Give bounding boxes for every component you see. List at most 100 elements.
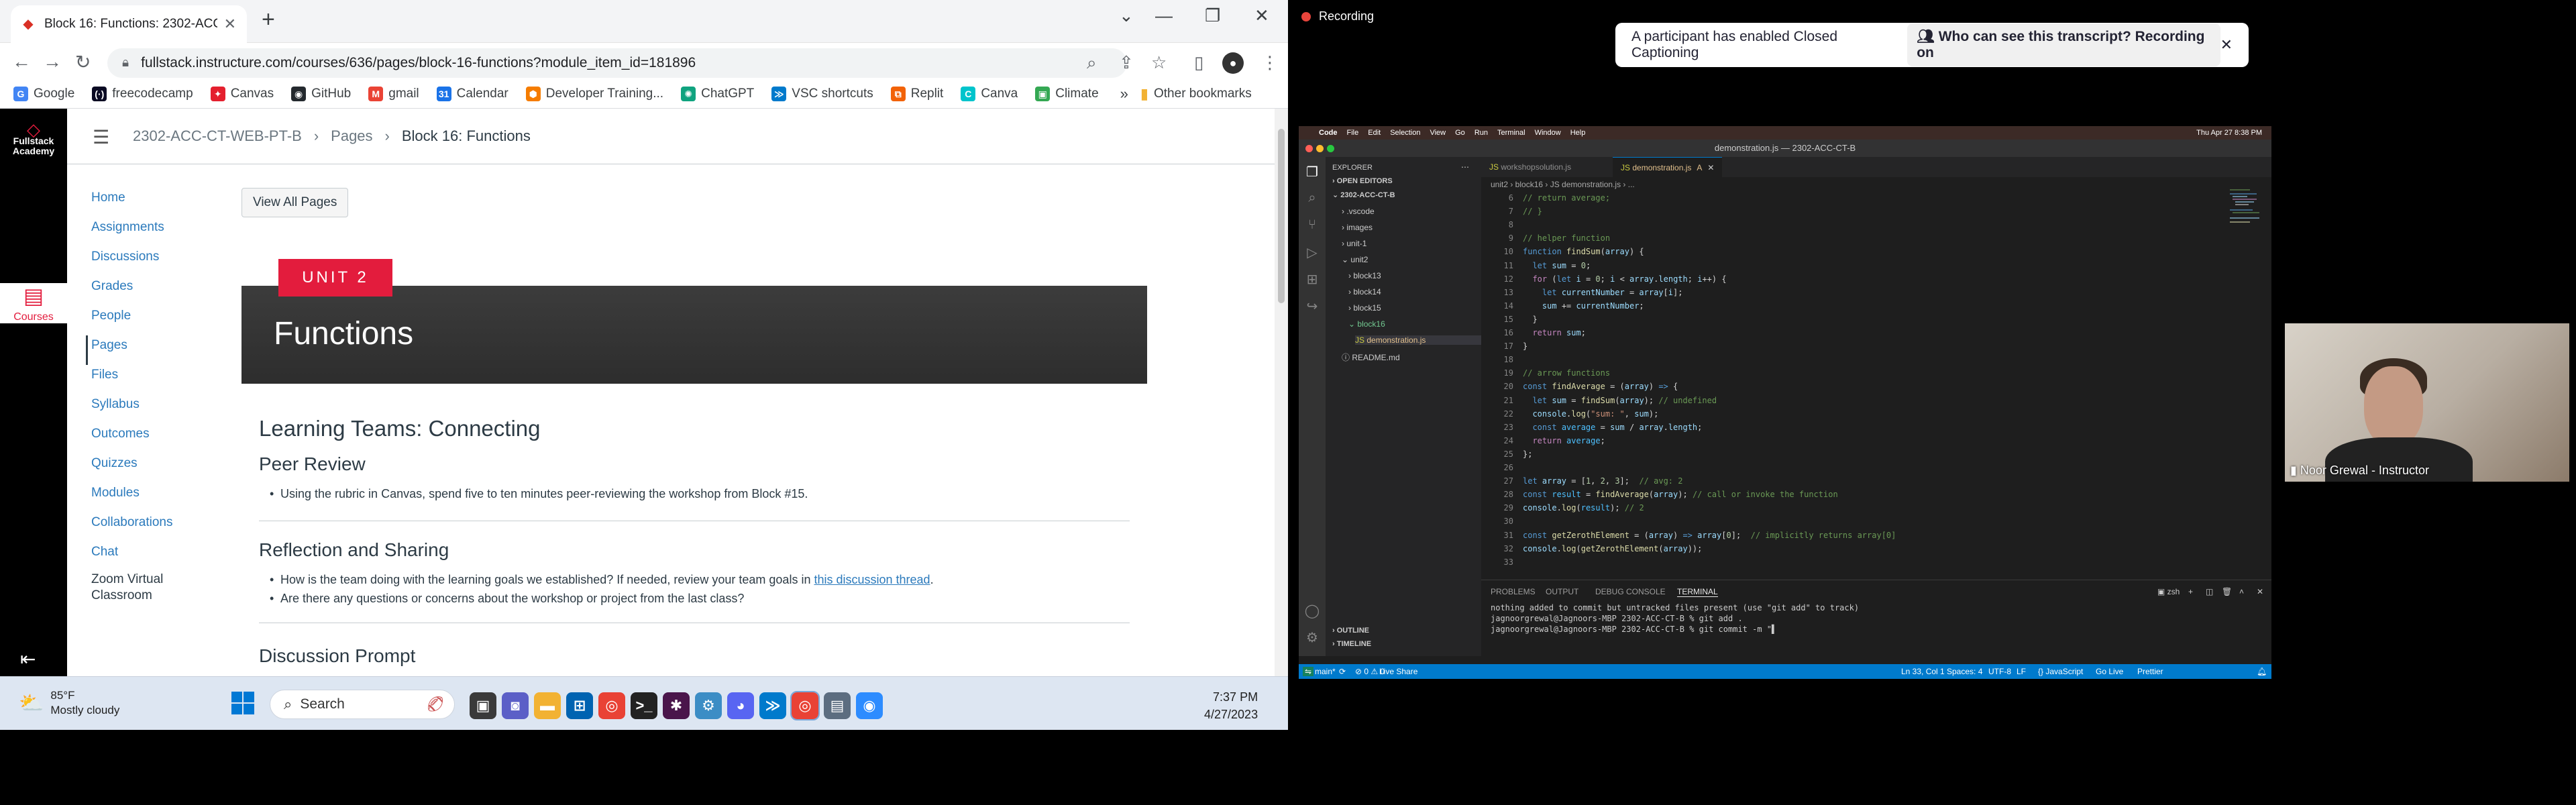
forward-icon[interactable]: →	[43, 51, 62, 72]
system-clock[interactable]: 7:37 PM 4/27/2023	[1204, 688, 1258, 723]
breadcrumb-course[interactable]: 2302-ACC-CT-WEB-PT-B	[133, 127, 302, 145]
bookmark-11[interactable]: ▣ Climate	[1035, 86, 1099, 101]
windows-start-icon[interactable]	[231, 691, 255, 715]
mac-menu-item[interactable]: File	[1347, 129, 1359, 137]
explorer-item[interactable]: › block13	[1348, 271, 1381, 280]
menu-kebab-icon[interactable]: ⋮	[1261, 52, 1279, 73]
weather-widget[interactable]: ⛅ 85°F Mostly cloudy	[19, 688, 119, 718]
global-nav-calendar[interactable]: ▦ Calendar	[0, 335, 67, 376]
global-nav-courses[interactable]: ▤ Courses	[0, 283, 67, 323]
mac-menu-item[interactable]: Code	[1319, 129, 1338, 137]
fullstack-logo[interactable]: ◇ Fullstack Academy	[0, 121, 67, 156]
minimap[interactable]	[2230, 189, 2263, 229]
close-traffic-light-icon[interactable]	[1305, 145, 1313, 152]
close-tab-icon[interactable]: ✕	[1707, 163, 1714, 172]
mac-menu-item[interactable]: Run	[1474, 129, 1488, 137]
global-nav-dashboard[interactable]: ◔ Dashboard	[0, 236, 67, 276]
view-all-pages-button[interactable]: View All Pages	[241, 188, 349, 217]
mac-menu-item[interactable]: Edit	[1368, 129, 1381, 137]
status-right-item[interactable]: {} JavaScript	[2038, 667, 2083, 676]
teams-chat-icon[interactable]: ◙	[502, 692, 529, 719]
bookmark-0[interactable]: G Google	[13, 86, 74, 101]
course-nav-item[interactable]: Modules	[91, 483, 219, 513]
course-nav-item[interactable]: Syllabus	[91, 394, 219, 424]
status-right-item[interactable]: Ln 33, Col 1	[1901, 667, 1945, 676]
mac-menu-item[interactable]: Help	[1570, 129, 1586, 137]
search-page-icon[interactable]: ⌕	[1087, 52, 1097, 74]
course-nav-item[interactable]: Quizzes	[91, 453, 219, 483]
close-notification-icon[interactable]: ✕	[2220, 36, 2233, 54]
accounts-icon[interactable]: ◯	[1304, 602, 1320, 619]
explorer-item[interactable]: › unit-1	[1342, 239, 1366, 248]
problems-tab[interactable]: PROBLEMS	[1491, 587, 1536, 596]
explorer-item[interactable]: ⓘ README.md	[1342, 352, 1400, 363]
minimize-traffic-light-icon[interactable]	[1316, 145, 1324, 152]
live-share-icon[interactable]: ↪	[1304, 298, 1320, 315]
address-bar[interactable]: 🔒︎ fullstack.instructure.com/courses/636…	[107, 48, 1127, 78]
explorer-item[interactable]: ⌄ block16	[1348, 319, 1385, 329]
course-nav-item[interactable]: Outcomes	[91, 424, 219, 453]
mac-menu-item[interactable]: Selection	[1390, 129, 1420, 137]
bookmark-4[interactable]: Mgmail	[368, 86, 419, 101]
bookmark-5[interactable]: 31 Calendar	[436, 86, 508, 101]
extensions-icon[interactable]: ⊞	[1304, 271, 1320, 288]
mac-menu-item[interactable]: Go	[1455, 129, 1465, 137]
course-nav-item[interactable]: Home	[91, 188, 219, 217]
course-nav-item[interactable]: Assignments	[91, 217, 219, 247]
breadcrumb-pages[interactable]: Pages	[331, 127, 372, 145]
status-left-item[interactable]: Live Share	[1379, 667, 1417, 676]
close-tab-icon[interactable]: ✕	[224, 15, 236, 33]
outline-section[interactable]: › OUTLINE	[1332, 627, 1369, 635]
run-debug-icon[interactable]: ▷	[1304, 244, 1320, 261]
timeline-section[interactable]: › TIMELINE	[1332, 640, 1371, 648]
split-terminal-icon[interactable]: ◫	[2206, 587, 2213, 596]
open-editors-section[interactable]: › OPEN EDITORS	[1332, 177, 1393, 185]
close-panel-icon[interactable]: ✕	[2257, 587, 2263, 596]
file-explorer-icon[interactable]: ▬	[534, 692, 561, 719]
global-nav-help[interactable]: ? Help	[0, 498, 67, 537]
vscode-icon[interactable]: ≫	[759, 692, 786, 719]
status-right-item[interactable]: Prettier	[2137, 667, 2163, 676]
restore-icon[interactable]: ❐	[1205, 5, 1220, 26]
taskbar-search[interactable]: ⌕ Search 🏈︎	[270, 690, 455, 719]
explorer-item[interactable]: JS demonstration.js	[1355, 335, 1481, 345]
transcript-visibility-button[interactable]: 👥︎ Who can see this transcript? Recordin…	[1907, 23, 2220, 66]
bookmark-star-icon[interactable]: ☆	[1151, 52, 1167, 73]
explorer-item[interactable]: › .vscode	[1342, 207, 1375, 216]
status-left-item[interactable]: ⟳	[1339, 667, 1346, 676]
back-icon[interactable]: ←	[12, 51, 31, 72]
new-tab-icon[interactable]: +	[262, 7, 275, 33]
hamburger-menu-icon[interactable]: ☰	[93, 126, 109, 148]
explorer-files-icon[interactable]: ❐	[1304, 164, 1320, 180]
global-nav-inbox[interactable]: ▥ Inbox	[0, 385, 67, 425]
explorer-item[interactable]: › block15	[1348, 303, 1381, 313]
close-window-icon[interactable]: ✕	[1254, 5, 1269, 26]
course-nav-item[interactable]: People	[91, 306, 219, 335]
output-tab[interactable]: OUTPUT	[1546, 587, 1578, 596]
kill-terminal-icon[interactable]: 🗑︎	[2222, 587, 2232, 596]
debug-console-tab[interactable]: DEBUG CONSOLE	[1595, 587, 1666, 596]
mac-menu-item[interactable]: Window	[1535, 129, 1561, 137]
scrollbar-thumb[interactable]	[1278, 129, 1285, 303]
mac-clock[interactable]: Thu Apr 27 8:38 PM	[2196, 129, 2262, 137]
bookmark-1[interactable]: (·) freecodecamp	[92, 86, 193, 101]
browser-tab-active[interactable]: ◆ Block 16: Functions: 2302-ACC-C ✕	[11, 5, 247, 43]
bookmark-6[interactable]: ⬢ Developer Training...	[525, 86, 663, 101]
reload-icon[interactable]: ↻	[75, 51, 91, 73]
remote-icon[interactable]: ⇋	[1303, 667, 1314, 676]
bookmark-8[interactable]: ≫ VSC shortcuts	[771, 86, 873, 101]
terminal-shell-label[interactable]: ▣ zsh	[2157, 587, 2180, 596]
workspace-root[interactable]: ⌄ 2302-ACC-CT-B	[1332, 191, 1395, 199]
task-view-icon[interactable]: ▣	[470, 692, 496, 719]
explorer-item[interactable]: ⌄ unit2	[1342, 255, 1368, 264]
profile-avatar[interactable]: ●	[1222, 52, 1244, 74]
course-nav-item[interactable]: Collaborations	[91, 513, 219, 542]
course-nav-item[interactable]: Files	[91, 365, 219, 394]
page-scrollbar[interactable]	[1275, 109, 1288, 676]
tab-workshopsolution[interactable]: JS workshopsolution.js	[1481, 157, 1579, 177]
explorer-item[interactable]: › block14	[1348, 287, 1381, 297]
course-nav-item[interactable]: Grades	[91, 276, 219, 306]
bookmark-7[interactable]: ✺ ChatGPT	[681, 86, 754, 101]
more-bookmarks-icon[interactable]: »	[1120, 85, 1128, 103]
status-right-item[interactable]: UTF-8	[1988, 667, 2011, 676]
